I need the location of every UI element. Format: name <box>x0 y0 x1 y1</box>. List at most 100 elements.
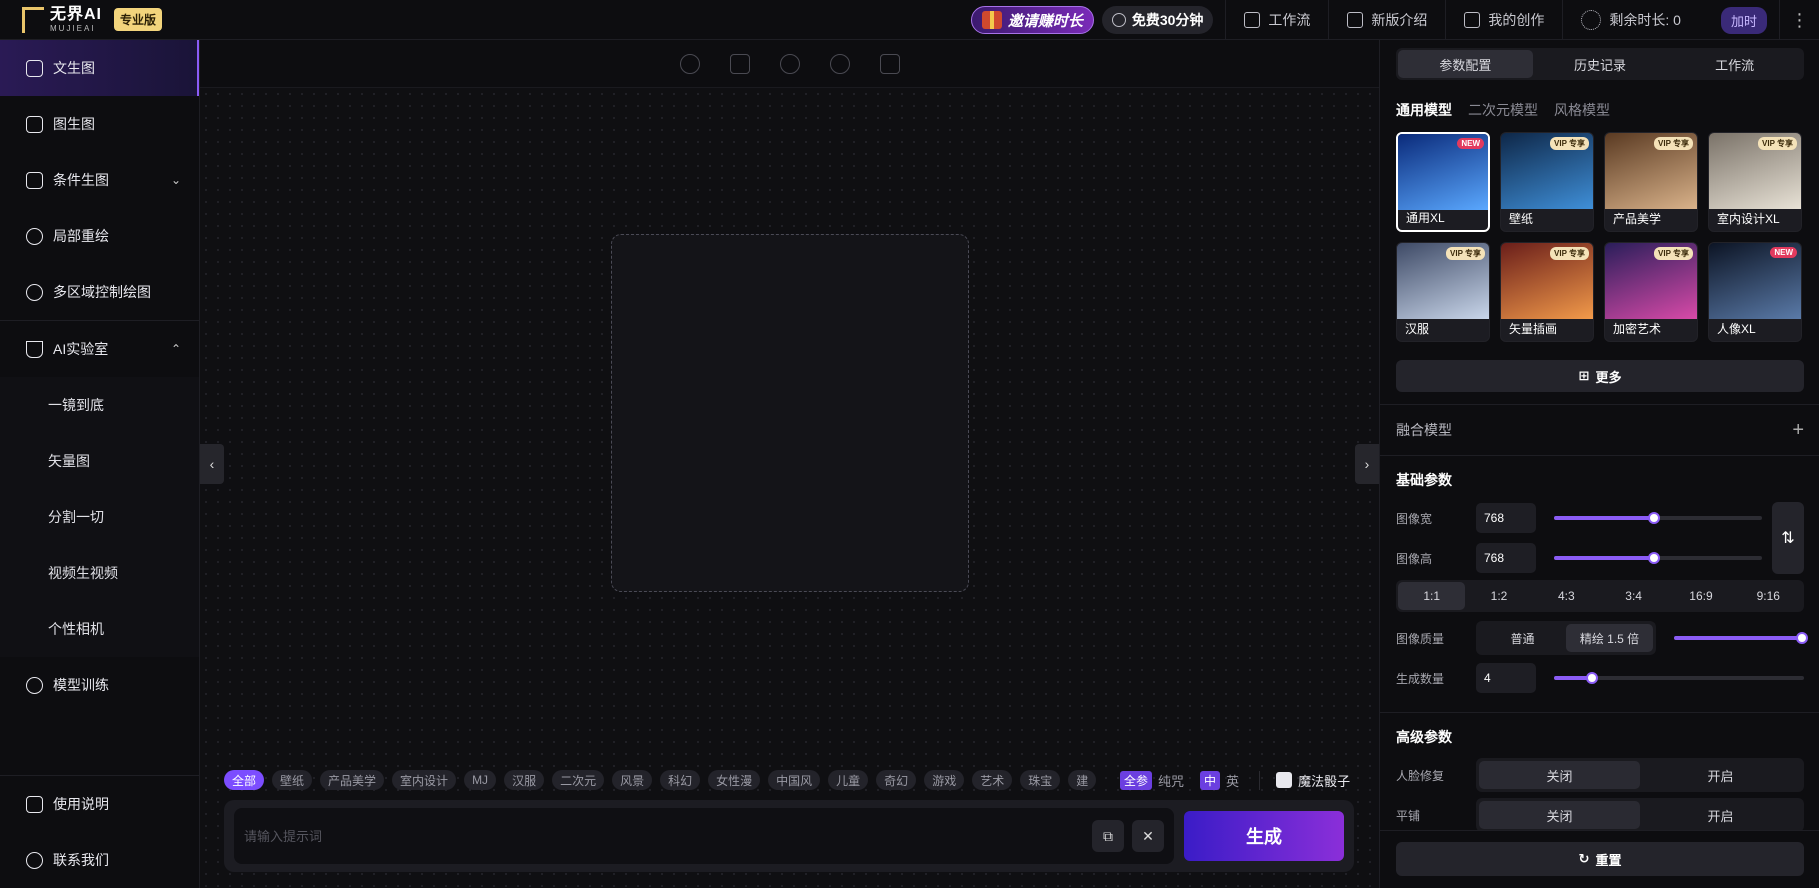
mask-icon[interactable] <box>679 53 700 74</box>
tiling-on[interactable]: 开启 <box>1640 801 1801 829</box>
quality-fine[interactable]: 精绘 1.5 倍 <box>1566 624 1653 652</box>
sidebar-item-guide[interactable]: 使用说明 <box>0 776 200 832</box>
logo[interactable]: 无界AI MUJIEAI 专业版 <box>0 6 200 33</box>
close-icon[interactable]: ✕ <box>1132 820 1164 852</box>
count-slider-handle[interactable] <box>1585 672 1598 684</box>
collapse-right-icon[interactable]: › <box>1355 444 1379 484</box>
sidebar-subitem-video[interactable]: 视频生视频 <box>0 545 199 601</box>
prompt-tag[interactable]: 建 <box>1068 770 1097 790</box>
sidebar-subitem-one-shot[interactable]: 一镜到底 <box>0 377 199 433</box>
lang-zh[interactable]: 中 <box>1200 770 1221 790</box>
add-time-button[interactable]: 加时 <box>1720 6 1767 34</box>
tab-workflow[interactable]: 工作流 <box>1667 50 1802 78</box>
sidebar-subitem-vector[interactable]: 矢量图 <box>0 433 199 489</box>
width-slider-handle[interactable] <box>1647 512 1660 524</box>
quality-slider[interactable] <box>1674 632 1808 644</box>
model-card[interactable]: VIP 专享 产品美学 <box>1604 132 1698 232</box>
ratio-4-3[interactable]: 4:3 <box>1533 582 1600 610</box>
prompt-mode-toggle[interactable]: 全参 纯咒 <box>1120 770 1184 790</box>
tab-style-models[interactable]: 风格模型 <box>1554 100 1610 120</box>
sidebar-item-model-training[interactable]: 模型训练 <box>0 657 199 713</box>
prompt-tag[interactable]: 珠宝 <box>1020 770 1061 790</box>
tiling-off[interactable]: 关闭 <box>1479 801 1640 829</box>
prompt-tag[interactable]: 科幻 <box>660 770 701 790</box>
sidebar-item-text-to-image[interactable]: 文生图 <box>0 40 199 96</box>
width-slider[interactable] <box>1554 512 1762 524</box>
tab-anime-models[interactable]: 二次元模型 <box>1468 100 1538 120</box>
sidebar-item-ai-lab[interactable]: AI实验室 ⌃ <box>0 321 199 377</box>
ratio-1-2[interactable]: 1:2 <box>1465 582 1532 610</box>
ratio-1-1[interactable]: 1:1 <box>1398 582 1466 610</box>
prompt-tag[interactable]: 二次元 <box>552 770 605 790</box>
prompt-tag[interactable]: 女性漫 <box>708 770 761 790</box>
height-slider[interactable] <box>1554 552 1762 564</box>
sidebar-item-image-to-image[interactable]: 图生图 <box>0 96 199 152</box>
layout-icon[interactable] <box>729 53 750 74</box>
prompt-tag[interactable]: 奇幻 <box>876 770 917 790</box>
sidebar-item-multi-region[interactable]: 多区域控制绘图 <box>0 264 199 320</box>
ratio-3-4[interactable]: 3:4 <box>1600 582 1667 610</box>
invite-button[interactable]: 邀请赚时长 <box>970 6 1094 34</box>
model-card[interactable]: VIP 专享 汉服 <box>1396 242 1490 342</box>
prompt-tag[interactable]: 壁纸 <box>272 770 313 790</box>
ratio-16-9[interactable]: 16:9 <box>1667 582 1734 610</box>
prompt-input[interactable] <box>244 828 1084 844</box>
prompt-tag[interactable]: 产品美学 <box>320 770 385 790</box>
collapse-left-icon[interactable]: ‹ <box>200 444 224 484</box>
swap-dimensions-icon[interactable]: ⇅ <box>1772 502 1804 574</box>
face-restore-off[interactable]: 关闭 <box>1479 761 1640 789</box>
height-input[interactable]: 768 <box>1476 543 1536 573</box>
model-card[interactable]: VIP 专享 室内设计XL <box>1708 132 1802 232</box>
tab-params[interactable]: 参数配置 <box>1398 50 1533 78</box>
count-input[interactable]: 4 <box>1476 663 1536 693</box>
model-card[interactable]: NEW 人像XL <box>1708 242 1802 342</box>
prompt-tag[interactable]: 室内设计 <box>392 770 457 790</box>
sidebar-item-contact[interactable]: 联系我们 <box>0 832 200 888</box>
sidebar-item-inpaint[interactable]: 局部重绘 <box>0 208 199 264</box>
more-menu-icon[interactable]: ⋮ <box>1779 0 1819 40</box>
quality-normal[interactable]: 普通 <box>1479 624 1566 652</box>
sidebar-subitem-segment[interactable]: 分割一切 <box>0 489 199 545</box>
model-card[interactable]: VIP 专享 矢量插画 <box>1500 242 1594 342</box>
magic-dice-button[interactable]: 魔法骰子 <box>1259 770 1350 790</box>
prompt-tag[interactable]: 儿童 <box>828 770 869 790</box>
quality-slider-handle[interactable] <box>1796 632 1808 644</box>
more-models-button[interactable]: ⊞ 更多 <box>1396 360 1804 392</box>
top-link-workflow[interactable]: 工作流 <box>1225 0 1328 40</box>
top-link-my-creations[interactable]: 我的创作 <box>1445 0 1562 40</box>
prompt-tag[interactable]: MJ <box>464 770 497 790</box>
lang-en[interactable]: 英 <box>1226 771 1239 790</box>
copy-icon[interactable]: ⧉ <box>1092 820 1124 852</box>
language-toggle[interactable]: 中 英 <box>1200 770 1239 790</box>
prompt-tag[interactable]: 汉服 <box>504 770 545 790</box>
model-card[interactable]: VIP 专享 壁纸 <box>1500 132 1594 232</box>
prompt-tag[interactable]: 风景 <box>612 770 653 790</box>
fusion-model-row[interactable]: 融合模型 + <box>1380 405 1819 455</box>
top-link-new-intro[interactable]: 新版介绍 <box>1328 0 1445 40</box>
reset-button[interactable]: ↻ 重置 <box>1396 842 1804 876</box>
tab-general-models[interactable]: 通用模型 <box>1396 100 1452 120</box>
ratio-9-16[interactable]: 9:16 <box>1735 582 1802 610</box>
width-input[interactable]: 768 <box>1476 503 1536 533</box>
face-restore-on[interactable]: 开启 <box>1640 761 1801 789</box>
face-icon[interactable] <box>779 53 800 74</box>
generate-button[interactable]: 生成 <box>1184 811 1344 861</box>
hand-icon[interactable] <box>829 53 850 74</box>
tab-history[interactable]: 历史记录 <box>1533 50 1668 78</box>
plus-icon[interactable]: + <box>1792 419 1804 442</box>
sidebar-subitem-camera[interactable]: 个性相机 <box>0 601 199 657</box>
prompt-tag[interactable]: 艺术 <box>972 770 1013 790</box>
tag-all[interactable]: 全部 <box>224 770 265 790</box>
prompt-tag[interactable]: 游戏 <box>924 770 965 790</box>
model-card[interactable]: VIP 专享 加密艺术 <box>1604 242 1698 342</box>
mode-full[interactable]: 全参 <box>1120 770 1153 790</box>
fullscreen-icon[interactable] <box>879 53 900 74</box>
height-slider-handle[interactable] <box>1647 552 1660 564</box>
mode-pure[interactable]: 纯咒 <box>1158 771 1184 790</box>
settings-scroll[interactable]: 参数配置 历史记录 工作流 通用模型 二次元模型 风格模型 NEW 通用XL VIP… <box>1380 40 1819 830</box>
count-slider[interactable] <box>1554 672 1804 684</box>
model-card[interactable]: NEW 通用XL <box>1396 132 1490 232</box>
sidebar-item-conditional[interactable]: 条件生图 ⌄ <box>0 152 199 208</box>
prompt-tag[interactable]: 中国风 <box>768 770 821 790</box>
free-time-button[interactable]: 免费30分钟 <box>1101 6 1214 34</box>
